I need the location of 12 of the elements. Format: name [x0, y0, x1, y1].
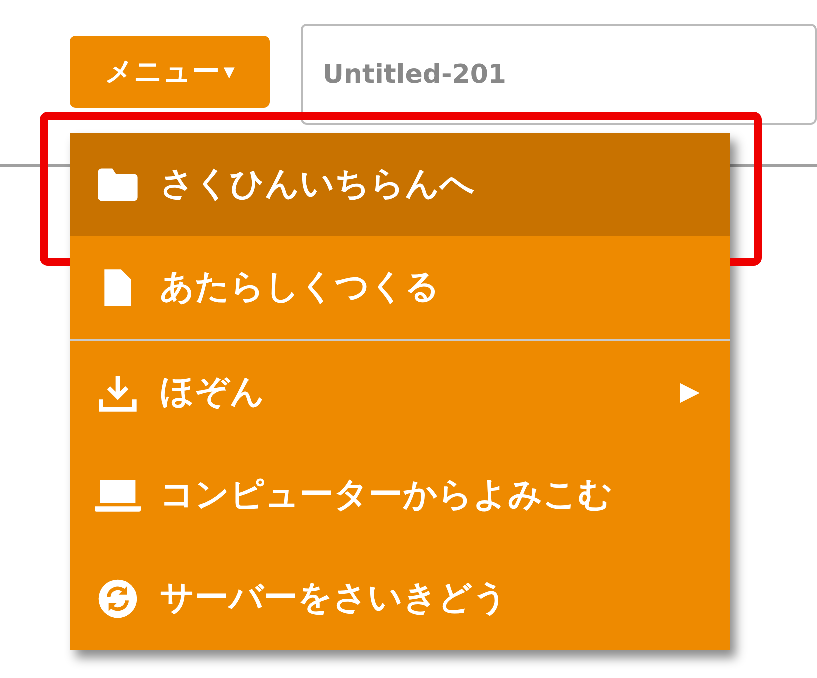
laptop-icon — [95, 478, 141, 514]
menu-item[interactable]: あたらしくつくる — [70, 236, 730, 339]
menu-item[interactable]: さくひんいちらんへ — [70, 133, 730, 236]
menu-item[interactable]: コンピューターからよみこむ — [70, 444, 730, 547]
menu-item[interactable]: サーバーをさいきどう — [70, 547, 730, 650]
submenu-arrow-icon: ▶ — [680, 373, 700, 412]
sync-icon — [98, 578, 138, 618]
folder-icon — [96, 166, 140, 202]
file-icon — [103, 268, 133, 308]
title-field[interactable]: Untitled-201 — [300, 24, 817, 125]
menu-button[interactable]: メニュー▾ — [70, 36, 270, 108]
menu-item[interactable]: ほぞん ▶ — [70, 341, 730, 444]
